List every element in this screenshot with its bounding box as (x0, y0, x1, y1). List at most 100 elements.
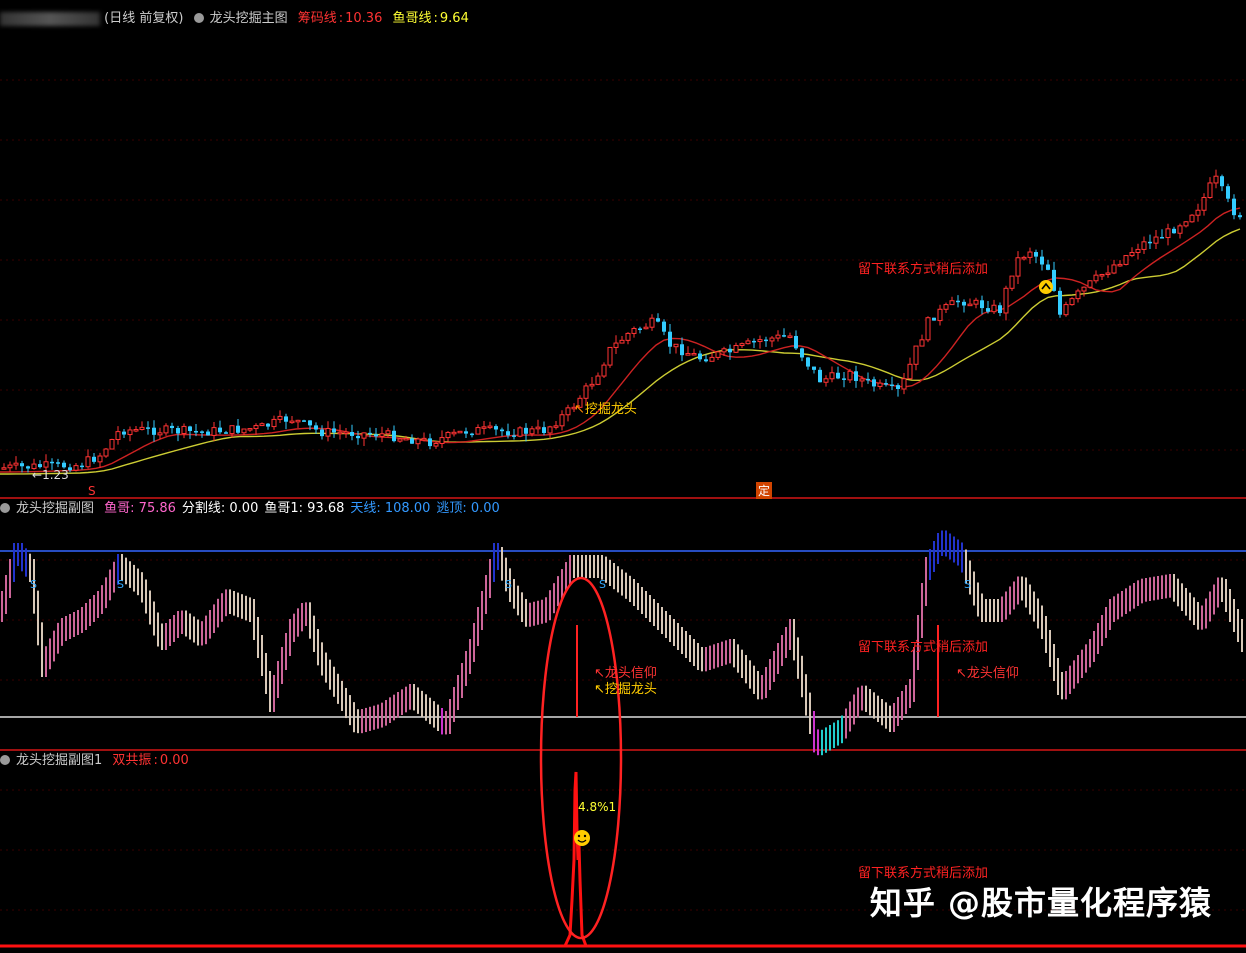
candle-body (721, 348, 727, 353)
candle-body (241, 428, 247, 434)
arrow-icon: ↖ (956, 666, 967, 681)
candlesticks[interactable] (1, 169, 1242, 475)
candle-body (139, 426, 145, 431)
candle-body (638, 328, 642, 330)
main-indicator-name[interactable]: 龙头挖掘主图 (210, 11, 288, 26)
candle-body (1172, 228, 1176, 234)
colon: : (338, 11, 344, 26)
candle-body (1238, 215, 1242, 218)
candle-body (20, 463, 24, 467)
candle-body (188, 426, 192, 432)
candle-body (295, 419, 301, 423)
candle-body (385, 430, 391, 435)
candle-body (266, 423, 270, 427)
candle-body (1226, 186, 1230, 199)
candle-body (56, 462, 60, 464)
sub1-indicator-name[interactable]: 龙头挖掘副图 (16, 501, 94, 516)
candle-body (259, 423, 265, 427)
candle-body (224, 432, 228, 434)
chip-line-value: 10.36 (345, 11, 383, 26)
s-marker-sub1-b: S (117, 578, 124, 591)
candle-body (1117, 263, 1123, 267)
candle-body (913, 345, 919, 365)
candle-body (392, 430, 396, 442)
candle-body (284, 416, 288, 422)
candle-body (115, 431, 121, 441)
oscillator-bars[interactable] (1, 530, 1243, 756)
indicator-toggle-icon[interactable] (0, 503, 10, 513)
candle-body (277, 415, 283, 420)
candle-body (662, 321, 666, 332)
candle-body (428, 438, 432, 447)
candle-body (812, 366, 816, 370)
candle-body (775, 334, 781, 339)
candle-body (85, 456, 91, 468)
sub1-panel-header: 龙头挖掘副图 鱼哥: 75.86 分割线: 0.00 鱼哥1: 93.68 天线: 1… (0, 500, 512, 518)
low-price-label: ←1.23 (32, 468, 69, 482)
s-marker-sub1-a: S (30, 578, 37, 591)
s-marker-sub1-c: S (505, 578, 512, 591)
smiley-eye-left (577, 834, 581, 838)
candle-body (236, 425, 240, 433)
candle-body (1195, 209, 1201, 216)
candle-body (1141, 241, 1147, 250)
belief-text: 龙头信仰 (966, 666, 1019, 681)
candle-body (457, 430, 463, 434)
candle-body (524, 427, 528, 434)
candle-body (956, 300, 960, 303)
candle-body (1183, 221, 1189, 227)
indicator-toggle-icon[interactable] (193, 13, 204, 23)
candle-body (517, 427, 523, 437)
candle-body (625, 332, 631, 341)
candle-body (7, 464, 13, 469)
candle-body (542, 427, 546, 433)
candle-body (289, 420, 295, 424)
candle-body (547, 426, 553, 434)
candle-body (500, 429, 504, 432)
candle-body (998, 305, 1002, 313)
candle-body (1177, 225, 1183, 234)
candle-body (967, 303, 973, 307)
sub1-field-4: 逃顶: 0.00 (436, 501, 500, 516)
candle-body (829, 372, 835, 380)
candle-body (884, 383, 888, 385)
candle-body (1129, 252, 1135, 257)
main-panel-header: (日线 前复权) 龙头挖掘主图 筹码线:10.36 鱼哥线:9.64 (0, 10, 475, 28)
candle-body (43, 461, 49, 468)
arrow-left-icon: ← (32, 468, 43, 482)
candle-body (308, 420, 312, 426)
candle-body (1069, 298, 1075, 306)
candle-body (1015, 257, 1021, 277)
indicator-toggle-icon[interactable] (0, 755, 10, 765)
candle-body (1021, 256, 1027, 260)
candle-body (529, 428, 535, 435)
dig-text: 挖掘龙头 (604, 682, 657, 697)
candle-body (403, 437, 409, 441)
candle-body (943, 304, 949, 310)
colon: : (153, 753, 158, 768)
sub2-indicator-name[interactable]: 龙头挖掘副图1 (16, 753, 102, 768)
candle-body (92, 456, 96, 462)
candle-body (991, 304, 997, 313)
s-marker-main: S (88, 484, 96, 498)
candle-body (451, 431, 457, 435)
stock-chart-canvas[interactable] (0, 0, 1246, 953)
candle-body (704, 359, 708, 362)
candle-body (103, 448, 109, 457)
candle-body (769, 337, 775, 342)
candle-body (607, 346, 613, 366)
candle-body (176, 428, 180, 434)
candle-body (464, 431, 468, 434)
candle-body (1111, 264, 1117, 274)
candle-body (1165, 228, 1171, 239)
candle-body (764, 339, 768, 342)
fish-line-value: 9.64 (439, 11, 469, 26)
candle-body (890, 384, 894, 387)
candle-body (379, 433, 385, 437)
candle-body (782, 335, 786, 337)
s-marker-sub1-e: S (964, 578, 971, 591)
candle-body (877, 382, 883, 387)
stock-name-blurred (0, 11, 100, 26)
candle-body (1099, 274, 1105, 277)
candle-body (643, 326, 649, 330)
